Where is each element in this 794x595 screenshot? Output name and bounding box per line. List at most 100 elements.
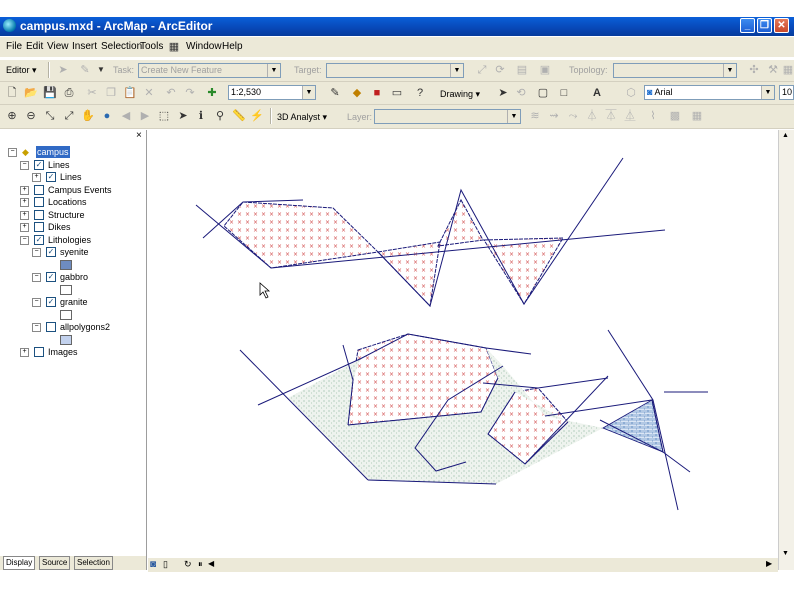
zoom-out-icon[interactable]: ⊖ [24,109,38,123]
toc-layer-row[interactable]: − allpolygons2 [0,321,140,333]
expand-icon[interactable]: + [20,210,29,220]
tab-selection[interactable]: Selection [74,556,113,570]
select-pointer-icon[interactable]: ➤ [176,109,190,123]
select-elements-icon[interactable]: ➤ [496,86,510,100]
expand-icon[interactable]: + [20,348,29,357]
redo-icon[interactable]: ↷ [183,86,197,100]
toc-layer-label[interactable]: Lithologies [48,234,91,246]
toc-layer-label[interactable]: Structure [48,209,85,221]
menu-insert[interactable]: Insert [72,41,97,52]
toc-layer-label[interactable]: Lines [60,171,82,183]
layer-visibility-checkbox[interactable]: ✓ [46,272,56,282]
maximize-button[interactable]: ❐ [757,18,772,33]
print-icon[interactable]: ⎙ [62,86,76,100]
topology-edit-icon[interactable]: ✣ [747,63,761,77]
scroll-left-icon[interactable]: ◀ [208,559,214,568]
font-size-combo[interactable]: 10 [779,85,794,100]
new-rectangle-icon[interactable]: ▢ [536,86,550,100]
select-features-icon[interactable]: ⬚ [157,109,171,123]
arcglobe-icon[interactable]: ▦ [690,109,704,123]
toc-layer-label[interactable]: Locations [48,196,87,208]
3d-analyst-menu[interactable]: 3D Analyst ▾ [277,112,327,123]
topology-combo[interactable]: ▼ [613,63,737,78]
interpolate-line-icon[interactable]: ⏄ [604,109,618,123]
tab-source[interactable]: Source [39,556,71,570]
toc-layer-row[interactable]: − ✓ gabbro [0,271,140,283]
toc-layer-label[interactable]: campus [36,146,70,158]
zoom-in-icon[interactable]: ⊕ [5,109,19,123]
command-line-icon[interactable]: ▭ [390,86,404,100]
tab-display[interactable]: Display [3,556,36,570]
data-view-icon[interactable]: ◙ [150,559,156,570]
hyperlink-icon[interactable]: ⚡ [250,109,264,123]
close-button[interactable]: ✕ [774,18,789,33]
drawing-menu[interactable]: Drawing ▾ [440,89,480,100]
toc-layer-row[interactable]: − ◆ campus [0,146,140,158]
grid-icon[interactable]: ▦ [167,40,181,54]
layer-visibility-checkbox[interactable] [34,184,44,195]
back-extent-icon[interactable]: ◀ [119,109,133,123]
delete-icon[interactable]: ✕ [142,86,156,100]
toc-layer-row[interactable]: − ✓ Lithologies [0,234,140,246]
collapse-icon[interactable]: − [32,248,41,257]
toc-layer-row[interactable]: + Images [0,346,140,358]
layer-combo[interactable]: ▼ [374,109,521,124]
split-tool-icon[interactable]: ⤢ [475,63,489,77]
minimize-button[interactable]: _ [740,18,755,33]
font-combo[interactable]: ◙ Arial ▼ [644,85,775,100]
map-topology-icon[interactable]: ▦ [781,63,794,77]
layout-view-icon[interactable]: ▯ [163,559,168,570]
toc-layer-label[interactable]: gabbro [60,271,88,283]
toc-layer-row[interactable]: + Campus Events [0,184,140,196]
expand-icon[interactable]: + [20,185,29,195]
layer-visibility-checkbox[interactable] [34,197,44,207]
menu-window[interactable]: Window [186,41,222,52]
toc-close-icon[interactable]: × [136,130,142,141]
forward-extent-icon[interactable]: ▶ [138,109,152,123]
layer-visibility-checkbox[interactable]: ✓ [46,172,56,182]
scroll-up-icon[interactable]: ▲ [782,132,789,139]
toc-layer-label[interactable]: Lines [48,159,70,171]
layer-visibility-checkbox[interactable] [34,222,44,232]
add-data-icon[interactable]: ✚ [205,86,219,100]
toc-layer-row[interactable]: + Structure [0,209,140,221]
rotate-element-icon[interactable]: ⟲ [514,86,528,100]
collapse-icon[interactable]: − [32,298,41,307]
paste-icon[interactable]: 📋 [123,86,137,100]
text-tool-icon[interactable]: A [590,86,604,100]
expand-icon[interactable]: + [32,173,41,182]
task-combo[interactable]: Create New Feature ▼ [138,63,281,78]
vertical-scrollbar[interactable]: ▲ ▼ [778,130,794,570]
expand-icon[interactable]: + [20,198,29,207]
line-of-sight-icon[interactable]: ⤳ [566,109,580,123]
sketch-tool-icon[interactable]: ✎ [78,63,92,77]
toc-layer-row[interactable]: + Locations [0,196,140,208]
save-icon[interactable]: 💾 [43,86,57,100]
collapse-icon[interactable]: − [32,323,41,332]
map-display[interactable]: × [148,130,776,556]
full-extent-globe-icon[interactable]: ● [100,109,114,123]
scroll-right-icon[interactable]: ▶ [766,559,772,568]
menu-help[interactable]: Help [222,41,243,52]
arctoolbox-icon[interactable]: ◆ [350,86,364,100]
toc-layer-label[interactable]: granite [60,296,88,308]
refresh-icon[interactable]: ↻ [184,559,192,570]
profile-graph-icon[interactable]: ⌇ [646,109,660,123]
measure-icon[interactable]: 📏 [232,109,246,123]
toc-layer-row[interactable]: + Dikes [0,221,140,233]
toc-layer-label[interactable]: Images [48,346,78,358]
toolbox-red-icon[interactable]: ■ [370,86,384,100]
edit-vertices-icon[interactable]: ⬡ [624,86,638,100]
toc-layer-row[interactable]: + ✓ Lines [0,171,140,183]
toc-layer-label[interactable]: Campus Events [48,184,112,196]
expand-icon[interactable]: + [20,223,29,232]
whats-this-icon[interactable]: ? [413,86,427,100]
layer-visibility-checkbox[interactable]: ✓ [34,234,44,245]
undo-icon[interactable]: ↶ [164,86,178,100]
collapse-icon[interactable]: − [20,235,29,245]
cut-icon[interactable]: ✂ [85,86,99,100]
interpolate-polygon-icon[interactable]: ⏅ [623,109,637,123]
menu-tools[interactable]: Tools [140,41,163,52]
collapse-icon[interactable]: − [32,273,41,282]
layer-visibility-checkbox[interactable]: ✓ [46,297,56,307]
